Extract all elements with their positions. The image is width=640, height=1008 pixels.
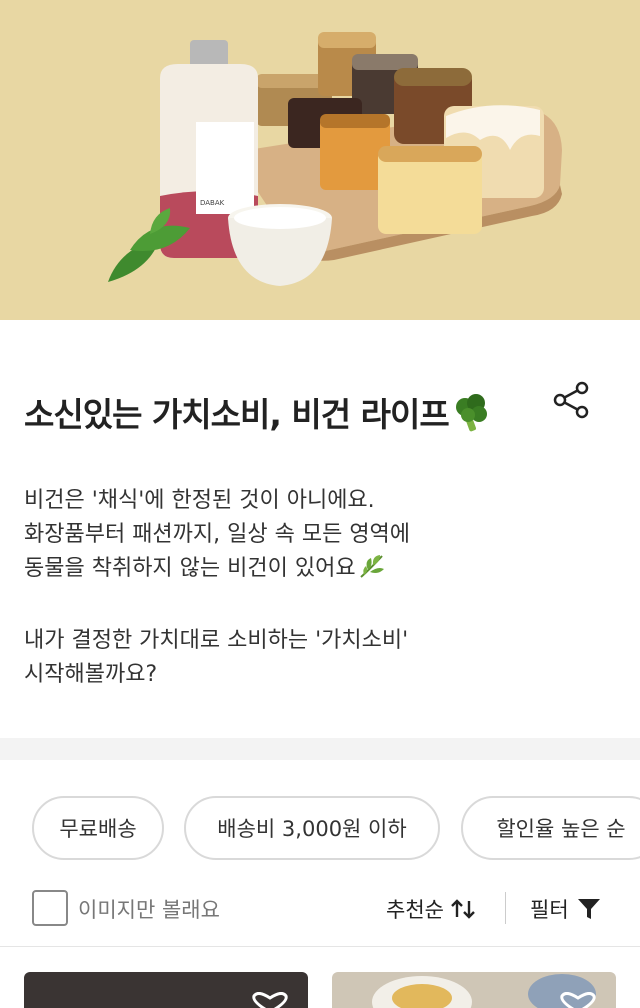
filter-button[interactable]: 필터 [530, 894, 601, 924]
toolbar-divider [0, 946, 640, 947]
image-only-label[interactable]: 이미지만 볼래요 [78, 894, 220, 924]
heart-icon[interactable] [556, 992, 600, 1008]
vegan-food-illustration: DABAK [0, 0, 640, 320]
list-toolbar: 이미지만 볼래요 추천순 필터 [0, 880, 640, 936]
product-card-image[interactable] [24, 972, 308, 1008]
description-line: 동물을 착취하지 않는 비건이 있어요 [24, 552, 614, 590]
page-title-text: 소신있는 가치소비, 비건 라이프 [24, 395, 450, 434]
share-button[interactable] [552, 380, 592, 420]
page-header: 소신있는 가치소비, 비건 라이프 [24, 380, 616, 440]
filter-funnel-icon [577, 899, 600, 919]
filter-label: 필터 [530, 898, 569, 922]
image-only-checkbox[interactable] [32, 890, 68, 926]
heart-icon[interactable] [248, 992, 292, 1008]
product-card-image[interactable] [332, 972, 616, 1008]
filter-chip-list: 무료배송 배송비 3,000원 이하 할인율 높은 순 [32, 796, 640, 860]
chip-shipping-under-3000[interactable]: 배송비 3,000원 이하 [184, 796, 440, 860]
broccoli-icon [451, 393, 491, 441]
hero-banner-image: DABAK [0, 0, 640, 320]
toolbar-separator [505, 892, 506, 924]
sort-label: 추천순 [386, 898, 444, 922]
share-icon [553, 381, 589, 419]
herb-icon [358, 553, 386, 590]
description-line: 내가 결정한 가치대로 소비하는 '가치소비' [24, 628, 409, 653]
sort-arrows-icon [451, 899, 475, 919]
bottle-label-text: DABAK [200, 199, 225, 207]
chip-high-discount[interactable]: 할인율 높은 순 [461, 796, 640, 860]
sort-button[interactable]: 추천순 [386, 894, 476, 924]
page-title: 소신있는 가치소비, 비건 라이프 [24, 388, 491, 441]
description-line: 화장품부터 패션까지, 일상 속 모든 영역에 [24, 522, 411, 547]
section-divider [0, 738, 640, 760]
description-line: 시작해볼까요? [24, 662, 158, 687]
description-text: 비건은 '채식'에 한정된 것이 아니에요. 화장품부터 패션까지, 일상 속 … [24, 484, 614, 692]
description-line: 비건은 '채식'에 한정된 것이 아니에요. [24, 488, 375, 513]
chip-free-shipping[interactable]: 무료배송 [32, 796, 164, 860]
